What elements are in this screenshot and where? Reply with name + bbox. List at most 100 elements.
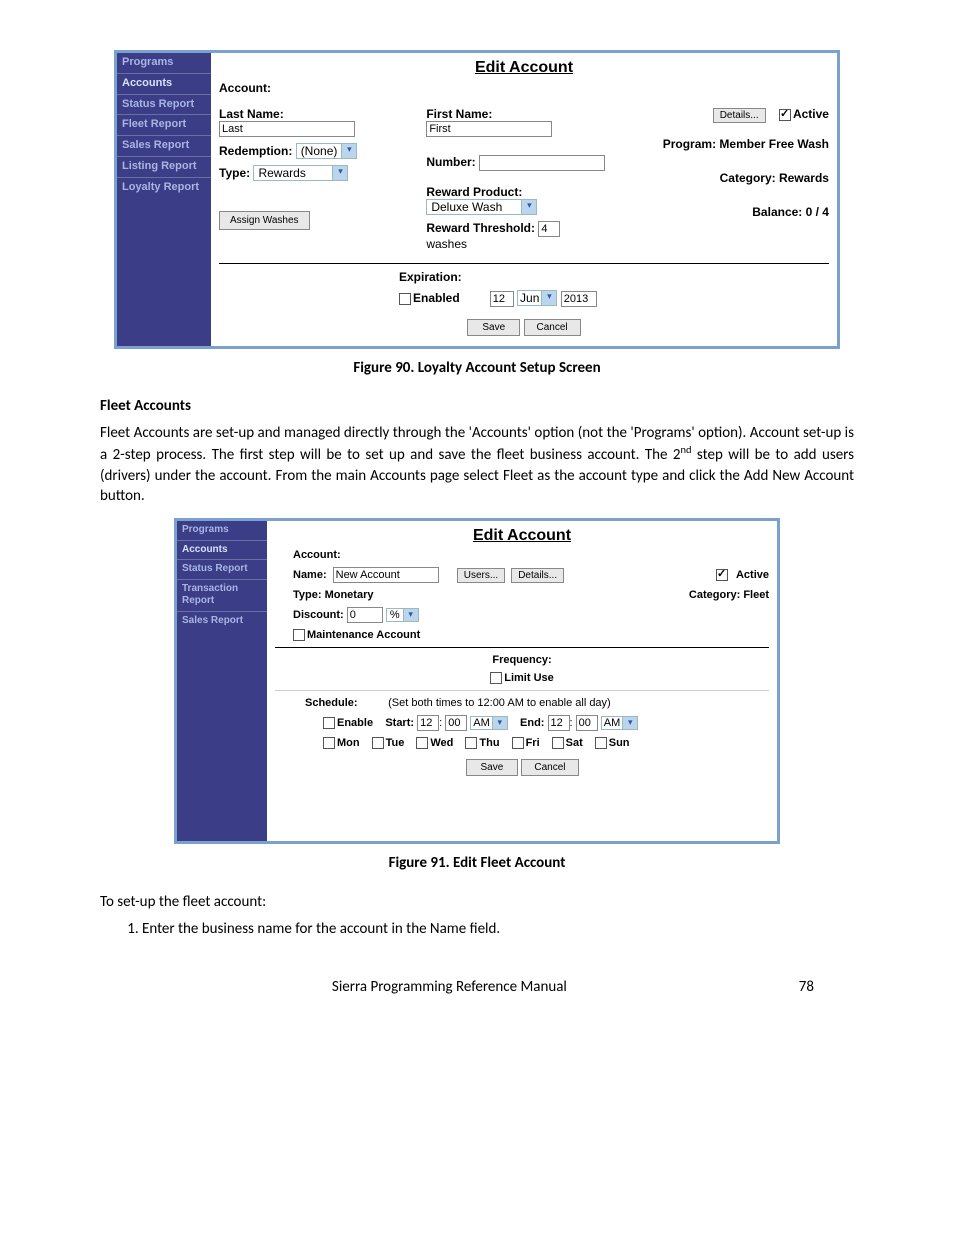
main-panel: Edit Account Account: Name: Users... Det… [267, 521, 777, 841]
cancel-button[interactable]: Cancel [524, 319, 581, 336]
name-input[interactable] [333, 567, 439, 583]
end-label: End: [520, 717, 544, 729]
start-label: Start: [385, 717, 414, 729]
day-sat-label: Sat [566, 737, 583, 749]
reward-threshold-input[interactable] [538, 221, 560, 237]
setup-intro: To set-up the fleet account: [100, 892, 854, 912]
sidebar-item-sales-report[interactable]: Sales Report [177, 612, 267, 631]
account-label: Account: [293, 549, 769, 561]
save-button[interactable]: Save [466, 759, 519, 776]
account-label: Account: [219, 81, 829, 95]
sidebar-item-status-report[interactable]: Status Report [117, 95, 211, 116]
sidebar: Programs Accounts Status Report Fleet Re… [117, 53, 211, 346]
active-checkbox[interactable] [716, 569, 728, 581]
day-tue-checkbox[interactable] [372, 737, 384, 749]
enabled-label: Enabled [413, 291, 460, 305]
exp-month-select[interactable]: Jun [518, 291, 541, 305]
discount-unit-select[interactable]: % [387, 609, 403, 621]
maintenance-checkbox[interactable] [293, 629, 305, 641]
day-thu-label: Thu [479, 737, 499, 749]
page-title: Edit Account [219, 59, 829, 77]
details-button[interactable]: Details... [511, 568, 564, 583]
users-button[interactable]: Users... [457, 568, 505, 583]
day-thu-checkbox[interactable] [465, 737, 477, 749]
redemption-label: Redemption: [219, 144, 292, 158]
main-panel: Edit Account Account: Last Name: Redempt… [211, 53, 837, 346]
day-wed-label: Wed [430, 737, 453, 749]
active-checkbox[interactable] [779, 109, 791, 121]
reward-threshold-tail: washes [426, 237, 621, 251]
exp-day-input[interactable] [490, 291, 514, 307]
limit-use-label: Limit Use [504, 672, 554, 684]
reward-product-select[interactable]: Deluxe Wash [427, 200, 521, 214]
frequency-label: Frequency: [275, 654, 769, 666]
sidebar-item-accounts[interactable]: Accounts [177, 541, 267, 561]
fleet-accounts-heading: Fleet Accounts [100, 397, 854, 415]
firstname-input[interactable] [426, 121, 552, 137]
sidebar: Programs Accounts Status Report Transact… [177, 521, 267, 841]
start-hour-input[interactable] [417, 715, 439, 731]
sidebar-item-listing-report[interactable]: Listing Report [117, 157, 211, 178]
sidebar-item-transaction-report[interactable]: Transaction Report [177, 580, 267, 612]
exp-year-input[interactable] [561, 291, 597, 307]
day-tue-label: Tue [386, 737, 405, 749]
cancel-button[interactable]: Cancel [521, 759, 578, 776]
day-sat-checkbox[interactable] [552, 737, 564, 749]
day-sun-checkbox[interactable] [595, 737, 607, 749]
sidebar-item-fleet-report[interactable]: Fleet Report [117, 115, 211, 136]
chevron-down-icon[interactable]: ▾ [622, 717, 637, 729]
type-label: Type: Monetary [293, 589, 373, 601]
limit-use-checkbox[interactable] [490, 672, 502, 684]
details-button[interactable]: Details... [713, 108, 766, 123]
sidebar-item-programs[interactable]: Programs [117, 53, 211, 74]
category-label: Category: Rewards [634, 171, 829, 185]
day-mon-checkbox[interactable] [323, 737, 335, 749]
save-button[interactable]: Save [467, 319, 520, 336]
end-ampm-select[interactable]: AM [602, 717, 623, 729]
day-sun-label: Sun [609, 737, 630, 749]
sidebar-item-status-report[interactable]: Status Report [177, 560, 267, 580]
assign-washes-button[interactable]: Assign Washes [219, 211, 310, 230]
day-wed-checkbox[interactable] [416, 737, 428, 749]
chevron-down-icon[interactable]: ▾ [332, 166, 347, 180]
sidebar-item-accounts[interactable]: Accounts [117, 74, 211, 95]
step-1: Enter the business name for the account … [142, 920, 854, 938]
schedule-label: Schedule: [305, 697, 358, 709]
chevron-down-icon[interactable]: ▾ [492, 717, 507, 729]
chevron-down-icon[interactable]: ▾ [403, 609, 418, 621]
end-min-input[interactable] [576, 715, 598, 731]
sidebar-item-programs[interactable]: Programs [177, 521, 267, 541]
expiration-label: Expiration: [399, 270, 829, 284]
end-hour-input[interactable] [548, 715, 570, 731]
chevron-down-icon[interactable]: ▾ [541, 291, 556, 305]
lastname-label: Last Name: [219, 107, 414, 121]
day-fri-checkbox[interactable] [512, 737, 524, 749]
type-label: Type: [219, 166, 250, 180]
category-label: Category: Fleet [689, 589, 769, 601]
day-mon-label: Mon [337, 737, 360, 749]
figure-caption: Figure 91. Edit Fleet Account [100, 854, 854, 872]
footer-page-number: 78 [799, 978, 814, 996]
chevron-down-icon[interactable]: ▾ [341, 144, 356, 158]
start-ampm-select[interactable]: AM [471, 717, 492, 729]
chevron-down-icon[interactable]: ▾ [521, 200, 536, 214]
reward-product-label: Reward Product: [426, 185, 621, 199]
schedule-hint: (Set both times to 12:00 AM to enable al… [388, 697, 611, 709]
active-label: Active [736, 569, 769, 581]
type-select[interactable]: Rewards [254, 166, 332, 180]
program-label: Program: Member Free Wash [634, 137, 829, 151]
discount-input[interactable] [347, 607, 383, 623]
name-label: Name: [293, 569, 327, 581]
sidebar-item-sales-report[interactable]: Sales Report [117, 136, 211, 157]
redemption-select[interactable]: (None) [297, 144, 342, 158]
figure-caption: Figure 90. Loyalty Account Setup Screen [100, 359, 854, 377]
page-title: Edit Account [275, 527, 769, 545]
sidebar-item-loyalty-report[interactable]: Loyalty Report [117, 178, 211, 198]
start-min-input[interactable] [445, 715, 467, 731]
lastname-input[interactable] [219, 121, 355, 137]
enabled-checkbox[interactable] [399, 293, 411, 305]
schedule-enable-checkbox[interactable] [323, 717, 335, 729]
balance-label: Balance: 0 / 4 [634, 205, 829, 219]
discount-label: Discount: [293, 609, 344, 621]
number-input[interactable] [479, 155, 605, 171]
